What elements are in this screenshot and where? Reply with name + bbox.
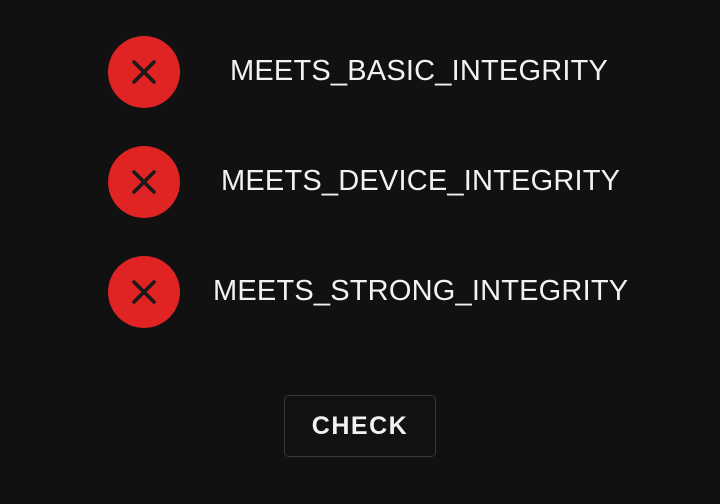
x-circle-icon xyxy=(108,36,180,108)
integrity-row-strong: MEETS_STRONG_INTEGRITY xyxy=(0,251,720,331)
integrity-label-device: MEETS_DEVICE_INTEGRITY xyxy=(221,165,621,197)
integrity-check-screen: MEETS_BASIC_INTEGRITY MEETS_DEVICE_INTEG… xyxy=(0,0,720,504)
integrity-row-device: MEETS_DEVICE_INTEGRITY xyxy=(0,141,720,221)
x-mark-icon xyxy=(132,60,156,84)
integrity-row-basic: MEETS_BASIC_INTEGRITY xyxy=(0,31,720,111)
x-mark-icon xyxy=(132,170,156,194)
x-circle-icon xyxy=(108,256,180,328)
x-circle-icon xyxy=(108,146,180,218)
integrity-label-basic: MEETS_BASIC_INTEGRITY xyxy=(230,55,609,87)
integrity-label-strong: MEETS_STRONG_INTEGRITY xyxy=(213,275,629,307)
check-button[interactable]: CHECK xyxy=(284,395,436,457)
x-mark-icon xyxy=(132,280,156,304)
